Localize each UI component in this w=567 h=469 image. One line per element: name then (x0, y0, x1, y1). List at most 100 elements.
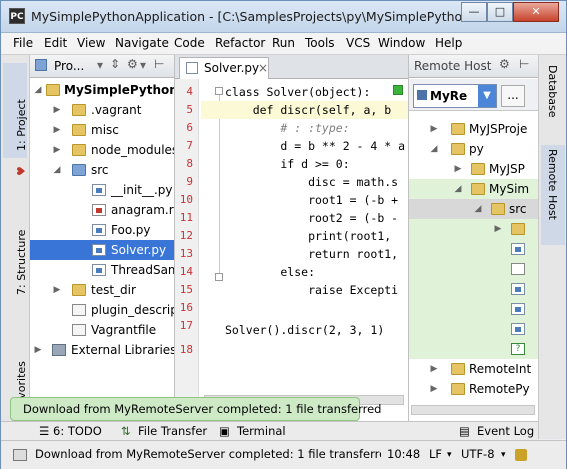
remote-tree-item[interactable] (409, 319, 538, 339)
maximize-button[interactable]: □ (487, 2, 513, 22)
tab-event-log[interactable]: Event Log (477, 424, 534, 438)
menu-run[interactable]: Run (272, 36, 295, 50)
tab-remote-host-label: Remote Host (546, 149, 559, 220)
menu-file[interactable]: File (13, 36, 33, 50)
code-line[interactable]: print(root1, (225, 227, 391, 245)
tree-item-node-modules[interactable]: ▶ node_modules (30, 140, 174, 160)
folder-icon (511, 223, 525, 235)
remote-tree-item[interactable]: ◢ MySim (409, 179, 538, 199)
code-line[interactable]: else: (225, 263, 315, 281)
code-line-current[interactable]: def discr(self, a, b (201, 101, 408, 119)
menu-navigate[interactable]: Navigate (115, 36, 169, 50)
gear-dropdown-icon[interactable]: ▾ (140, 58, 146, 72)
remote-tree-item[interactable] (409, 259, 538, 279)
project-panel-title[interactable]: Pro... (54, 59, 84, 73)
hide-panel-icon[interactable]: ⊢ (519, 57, 529, 71)
tree-item-external-libraries[interactable]: ▶ External Libraries (30, 340, 174, 360)
toggle-tool-windows-icon[interactable] (13, 449, 27, 461)
encoding-dropdown-icon[interactable]: ▾ (501, 450, 506, 460)
fold-marker-icon[interactable] (215, 273, 223, 281)
code-line[interactable]: d = b ** 2 - 4 * a (225, 137, 405, 155)
code-line[interactable]: root1 = (-b + (225, 191, 398, 209)
tab-remote-host[interactable]: Remote Host (541, 145, 565, 245)
chevron-down-icon[interactable]: ▼ (478, 85, 496, 107)
code-line[interactable]: # : :type: (225, 119, 349, 137)
tab-todo[interactable]: 6: TODO (53, 424, 102, 438)
tree-item-anagram-rb[interactable]: anagram.rb (30, 200, 174, 220)
tree-item-plugin-descriptor[interactable]: plugin_descripti (30, 300, 174, 320)
lock-icon[interactable] (515, 449, 527, 461)
gear-icon[interactable]: ⚙ (127, 57, 138, 71)
tree-item-vagrantfile[interactable]: Vagrantfile (30, 320, 174, 340)
remote-tree-item[interactable]: ◢ py (409, 139, 538, 159)
server-select-value: MyRe (430, 89, 468, 103)
python-file-icon (511, 283, 525, 295)
tree-item-init-py[interactable]: __init__.py (30, 180, 174, 200)
tab-structure[interactable]: 7: Structure (3, 205, 28, 305)
menu-window[interactable]: Window (378, 36, 425, 50)
code-line[interactable]: class Solver(object): (225, 83, 370, 101)
menu-view[interactable]: View (77, 36, 105, 50)
tree-item-src[interactable]: ◢ src (30, 160, 174, 180)
folder-icon (491, 203, 505, 215)
remote-tree-item[interactable]: ▶ RemoteInt (409, 359, 538, 379)
ide-window: PC MySimplePythonApplication - [C:\Sampl… (0, 0, 567, 469)
more-button[interactable]: ... (501, 85, 525, 107)
remote-tree-item[interactable] (409, 279, 538, 299)
close-tab-icon[interactable]: × (258, 58, 268, 78)
tree-item-test-dir[interactable]: ▶ test_dir (30, 280, 174, 300)
tree-item-vagrant[interactable]: ▶ .vagrant (30, 100, 174, 120)
file-encoding[interactable]: UTF-8 (461, 447, 495, 461)
menu-tools[interactable]: Tools (305, 36, 335, 50)
collapse-all-icon[interactable]: ⇕ (110, 57, 120, 71)
remote-tree-item[interactable]: ▶ (409, 219, 538, 239)
tab-project[interactable]: 1: Project (3, 63, 28, 158)
code-line[interactable]: if d >= 0: (225, 155, 349, 173)
close-button[interactable]: ✕ (513, 2, 559, 22)
tree-item-solver-py[interactable]: Solver.py (30, 240, 174, 260)
tree-item-misc[interactable]: ▶ misc (30, 120, 174, 140)
line-number: 15 (179, 283, 193, 296)
menu-refactor[interactable]: Refactor (215, 36, 265, 50)
tree-item-threadsamp[interactable]: ThreadSamp (30, 260, 174, 280)
editor-tab-strip: Solver.py × (175, 55, 408, 79)
code-line[interactable]: Solver().discr(2, 3, 1) (225, 321, 384, 339)
inspection-ok-icon[interactable] (393, 85, 403, 95)
fold-marker-icon[interactable] (215, 87, 223, 95)
minimize-button[interactable]: — (461, 2, 487, 22)
tab-file-transfer[interactable]: File Transfer (138, 424, 207, 438)
tree-item-foo-py[interactable]: Foo.py (30, 220, 174, 240)
tab-database[interactable]: Database (541, 65, 565, 135)
dropdown-arrow-icon[interactable]: ▾ (97, 58, 103, 72)
remote-tree-item[interactable] (409, 299, 538, 319)
hide-panel-icon[interactable]: ⊢ (154, 57, 164, 71)
gear-icon[interactable]: ⚙ (499, 57, 510, 71)
code-line[interactable]: root2 = (-b - (225, 209, 398, 227)
line-separator-dropdown-icon[interactable]: ▾ (447, 450, 452, 460)
code-line[interactable]: return root1, (225, 245, 398, 263)
menu-code[interactable]: Code (174, 36, 205, 50)
code-line[interactable]: disc = math.s (225, 173, 398, 191)
tab-terminal[interactable]: Terminal (237, 424, 286, 438)
remote-horizontal-scrollbar[interactable] (411, 405, 535, 415)
remote-tree-item[interactable]: ▶ MyJSProje (409, 119, 538, 139)
caret-position[interactable]: 10:48 (387, 447, 420, 461)
remote-tree-item[interactable] (409, 239, 538, 259)
remote-tree-item[interactable]: ? (409, 339, 538, 359)
tab-solver-py[interactable]: Solver.py × (179, 57, 269, 79)
remote-tree-item[interactable]: ▶ MyJSP (409, 159, 538, 179)
code-line[interactable]: raise Excepti (225, 281, 398, 299)
notification-balloon[interactable]: Download from MyRemoteServer completed: … (10, 397, 381, 421)
menu-help[interactable]: Help (435, 36, 462, 50)
tree-item-project-root[interactable]: ◢ MySimplePythonA (30, 80, 174, 100)
menu-edit[interactable]: Edit (44, 36, 67, 50)
tab-solver-label: Solver.py (204, 61, 260, 75)
menu-vcs[interactable]: VCS (346, 36, 370, 50)
server-select[interactable]: MyRe ▼ (413, 84, 497, 108)
folder-icon (471, 183, 485, 195)
remote-tree-item[interactable]: ▶ RemotePy (409, 379, 538, 399)
line-separator[interactable]: LF (429, 447, 442, 461)
terminal-icon: ▣ (219, 424, 230, 438)
remote-tree-item[interactable]: ◢ src (409, 199, 538, 219)
line-number: 17 (179, 319, 193, 332)
